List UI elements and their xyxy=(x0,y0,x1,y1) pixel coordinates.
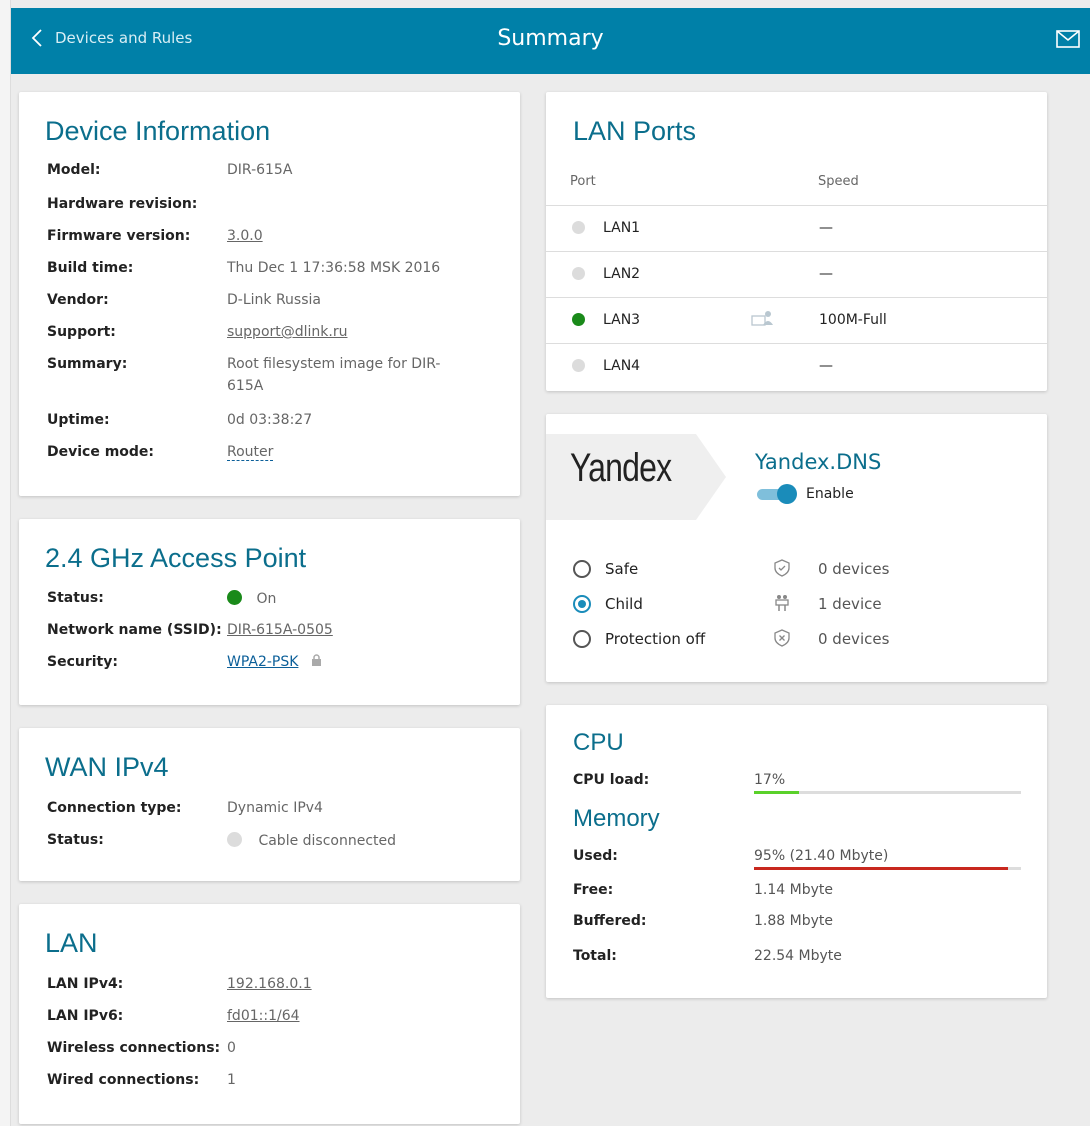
security-link[interactable]: WPA2-PSK xyxy=(227,654,298,670)
lock-icon xyxy=(311,654,321,666)
lan-ports-title: LAN Ports xyxy=(573,116,697,146)
page-title: Summary xyxy=(497,26,604,51)
lan-ipv4-link[interactable]: 192.168.0.1 xyxy=(227,976,312,992)
mem-used-value: 95% (21.40 Mbyte) xyxy=(754,848,889,864)
memory-title: Memory xyxy=(573,805,660,832)
yandex-dns-title: Yandex.DNS xyxy=(755,450,882,474)
ssid-link[interactable]: DIR-615A-0505 xyxy=(227,622,333,638)
protection-off-radio[interactable] xyxy=(573,630,591,648)
mem-buffered-label: Buffered: xyxy=(573,913,647,929)
mode-row-protection-off[interactable]: Protection off 0 devices xyxy=(546,629,1047,660)
model-value: DIR-615A xyxy=(227,162,293,178)
lan-title: LAN xyxy=(45,928,98,958)
port-row-lan2[interactable]: LAN2 — xyxy=(546,251,1047,297)
enable-toggle[interactable] xyxy=(755,484,797,504)
mode-row-child[interactable]: Child 1 device xyxy=(546,595,1047,625)
mem-used-label: Used: xyxy=(573,848,618,864)
yandex-logo-banner: Yandex xyxy=(546,434,726,520)
shield-check-icon xyxy=(774,559,790,581)
port-row-lan4[interactable]: LAN4 — xyxy=(546,343,1047,389)
yandex-dns-card: Yandex Yandex.DNS Enable Safe 0 devices … xyxy=(546,414,1047,682)
cpu-load-label: CPU load: xyxy=(573,772,650,788)
mem-free-label: Free: xyxy=(573,882,614,898)
mail-icon[interactable] xyxy=(1056,30,1080,52)
shield-x-icon xyxy=(774,629,790,651)
port-row-lan1[interactable]: LAN1 — xyxy=(546,205,1047,251)
mem-total-label: Total: xyxy=(573,948,617,964)
device-mode-link[interactable]: Router xyxy=(227,444,274,461)
cpu-load-bar xyxy=(754,791,1021,794)
mem-total-value: 22.54 Mbyte xyxy=(754,948,842,964)
access-point-card: 2.4 GHz Access Point Status: On Network … xyxy=(19,519,520,705)
cpu-title: CPU xyxy=(573,729,624,756)
safe-radio[interactable] xyxy=(573,560,591,578)
access-point-title: 2.4 GHz Access Point xyxy=(45,543,307,573)
cpu-load-bar-fill xyxy=(754,791,800,794)
status-disconnected-indicator xyxy=(227,832,242,847)
mem-buffered-value: 1.88 Mbyte xyxy=(754,913,833,929)
wan-title: WAN IPv4 xyxy=(45,752,169,782)
col-header-port: Port xyxy=(570,174,596,189)
port-status-indicator xyxy=(572,359,585,372)
port-status-indicator xyxy=(572,221,585,234)
col-header-speed: Speed xyxy=(818,174,859,189)
mem-used-bar xyxy=(754,867,1021,870)
status-on-indicator xyxy=(227,590,242,605)
top-bar: Devices and Rules Summary xyxy=(11,8,1090,74)
enable-label: Enable xyxy=(806,486,854,502)
yandex-logo: Yandex xyxy=(570,446,672,490)
mode-row-safe[interactable]: Safe 0 devices xyxy=(546,559,1047,590)
port-row-lan3[interactable]: LAN3 100M-Full xyxy=(546,297,1047,343)
wan-card: WAN IPv4 Connection type: Dynamic IPv4 S… xyxy=(19,728,520,881)
child-icon xyxy=(774,594,790,616)
device-info-card: Device Information Model: DIR-615A Hardw… xyxy=(19,92,520,496)
connected-device-icon xyxy=(751,310,773,330)
port-status-indicator xyxy=(572,267,585,280)
firmware-link[interactable]: 3.0.0 xyxy=(227,228,263,244)
device-info-title: Device Information xyxy=(45,116,271,146)
cpu-memory-card: CPU CPU load: 17% Memory Used: 95% (21.4… xyxy=(546,705,1047,998)
lan-ipv6-link[interactable]: fd01::1/64 xyxy=(227,1008,300,1024)
mem-free-value: 1.14 Mbyte xyxy=(754,882,833,898)
support-email-link[interactable]: support@dlink.ru xyxy=(227,324,347,340)
child-radio[interactable] xyxy=(573,595,591,613)
mem-used-bar-fill xyxy=(754,867,1008,870)
port-status-indicator xyxy=(572,313,585,326)
left-edge xyxy=(0,0,11,1126)
lan-ports-card: LAN Ports Port Speed LAN1 — LAN2 — LAN3 … xyxy=(546,92,1047,391)
cpu-load-value: 17% xyxy=(754,772,786,788)
lan-card: LAN LAN IPv4: 192.168.0.1 LAN IPv6: fd01… xyxy=(19,904,520,1124)
